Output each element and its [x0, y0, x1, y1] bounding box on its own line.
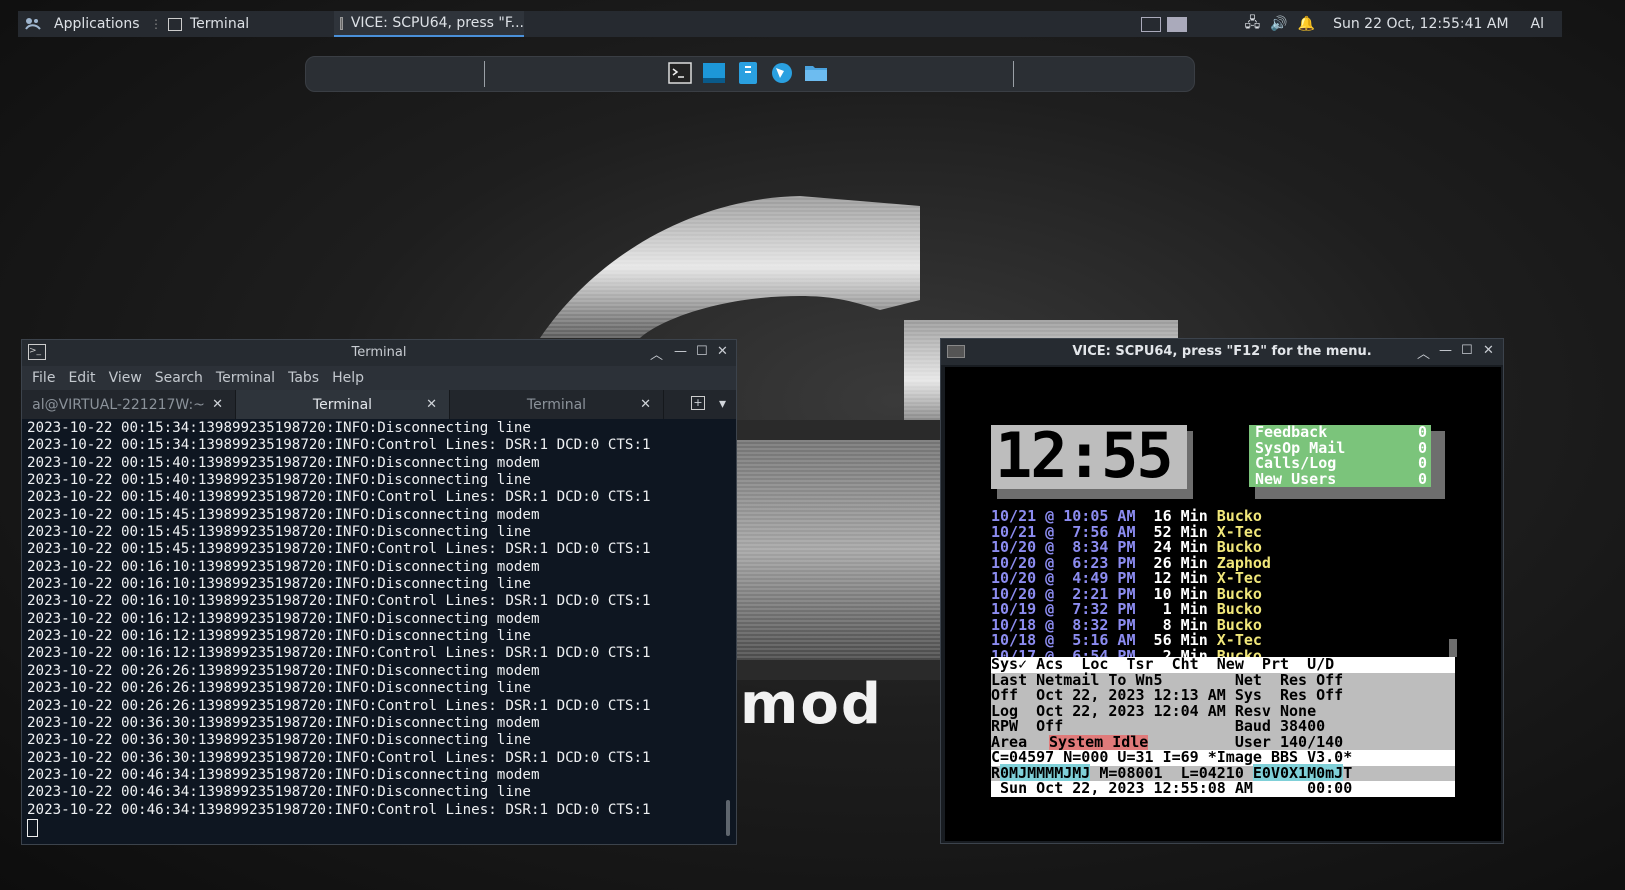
- terminal-line: 2023-10-22 00:36:30:139899235198720:INFO…: [27, 732, 531, 749]
- tab-tools: + ▾: [690, 396, 726, 412]
- terminal-scrollbar[interactable]: [726, 800, 730, 836]
- stat-value: 0: [1417, 469, 1427, 488]
- tab-dropdown-icon[interactable]: ▾: [719, 396, 726, 412]
- menu-edit[interactable]: Edit: [68, 370, 95, 386]
- file-viewer-launcher-icon[interactable]: [736, 62, 760, 84]
- terminal-task-icon: [168, 17, 182, 31]
- user-menu[interactable]: Al: [1531, 16, 1544, 32]
- dock: [305, 56, 1195, 92]
- terminal-line: 2023-10-22 00:26:26:139899235198720:INFO…: [27, 662, 540, 679]
- terminal-line: 2023-10-22 00:26:26:139899235198720:INFO…: [27, 680, 531, 697]
- tab-terminal-active[interactable]: Terminal ✕: [236, 390, 450, 419]
- new-tab-icon[interactable]: +: [690, 396, 705, 410]
- terminal-line: 2023-10-22 00:15:34:139899235198720:INFO…: [27, 420, 531, 436]
- menu-view[interactable]: View: [109, 370, 142, 386]
- terminal-line: 2023-10-22 00:16:12:139899235198720:INFO…: [27, 628, 531, 645]
- tab-terminal[interactable]: Terminal ✕: [450, 390, 664, 419]
- vice-window: VICE: SCPU64, press "F12" for the menu. …: [940, 338, 1504, 844]
- terminal-line: 2023-10-22 00:15:40:139899235198720:INFO…: [27, 489, 651, 506]
- taskbar-terminal-button[interactable]: ⋮ Terminal: [150, 11, 330, 37]
- tab-close-icon[interactable]: ✕: [212, 397, 223, 412]
- top-panel: Applications ⋮ Terminal VICE: SCPU64, pr…: [18, 11, 1562, 37]
- wallpaper-logo-text: mod: [740, 672, 883, 737]
- minimize-button[interactable]: —: [1439, 343, 1452, 358]
- terminal-line: 2023-10-22 00:46:34:139899235198720:INFO…: [27, 784, 531, 801]
- terminal-line: 2023-10-22 00:16:10:139899235198720:INFO…: [27, 593, 651, 610]
- terminal-line: 2023-10-22 00:15:40:139899235198720:INFO…: [27, 472, 531, 489]
- terminal-line: 2023-10-22 00:15:34:139899235198720:INFO…: [27, 437, 651, 454]
- terminal-line: 2023-10-22 00:16:10:139899235198720:INFO…: [27, 558, 540, 575]
- close-button[interactable]: ✕: [717, 344, 728, 359]
- window-manager-launcher-icon[interactable]: [702, 62, 726, 84]
- applications-menu-button[interactable]: Applications: [18, 11, 142, 37]
- stat-row: New Users 0: [1255, 469, 1427, 488]
- tab-label: Terminal: [526, 396, 587, 413]
- maximize-button[interactable]: ☐: [1461, 343, 1473, 358]
- dock-separator: [1013, 61, 1014, 87]
- terminal-titlebar[interactable]: >_ Terminal ︿ — ☐ ✕: [22, 340, 736, 366]
- notification-bell-icon[interactable]: 🔔: [1298, 16, 1315, 32]
- terminal-line: 2023-10-22 00:36:30:139899235198720:INFO…: [27, 749, 651, 766]
- taskbar-terminal-label: Terminal: [190, 16, 250, 32]
- tab-close-icon[interactable]: ✕: [426, 397, 437, 412]
- terminal-tabbar: al@VIRTUAL-221217W:~ ✕ Terminal ✕ Termin…: [22, 390, 736, 419]
- terminal-line: 2023-10-22 00:16:12:139899235198720:INFO…: [27, 610, 540, 627]
- system-tray: 🖧 🔊 🔔 Sun 22 Oct, 12:55:41 AM Al: [1140, 11, 1562, 37]
- vice-task-icon: [340, 16, 343, 30]
- minimize-button[interactable]: —: [674, 344, 687, 359]
- tab-label: al@VIRTUAL-221217W:~: [32, 396, 205, 413]
- workspace-2-button[interactable]: [1166, 16, 1187, 32]
- big-clock-panel: 12:55: [991, 425, 1187, 489]
- network-icon[interactable]: 🖧: [1245, 12, 1261, 36]
- terminal-line: 2023-10-22 00:46:34:139899235198720:INFO…: [27, 801, 651, 818]
- terminal-window: >_ Terminal ︿ — ☐ ✕ File Edit View Searc…: [21, 339, 737, 845]
- terminal-menubar: File Edit View Search Terminal Tabs Help: [22, 366, 736, 390]
- stats-list: Feedback 0 SysOp Mail 0 Calls/Log 0 New Users 0: [1255, 424, 1427, 488]
- terminal-line: 2023-10-22 00:36:30:139899235198720:INFO…: [27, 714, 540, 731]
- taskbar-vice-button[interactable]: VICE: SCPU64, press "F...: [334, 11, 524, 37]
- terminal-line: 2023-10-22 00:15:45:139899235198720:INFO…: [27, 541, 651, 558]
- clock[interactable]: Sun 22 Oct, 12:55:41 AM: [1333, 16, 1508, 32]
- volume-icon[interactable]: 🔊: [1270, 16, 1287, 32]
- terminal-output[interactable]: 2023-10-22 00:15:34:139899235198720:INFO…: [22, 420, 727, 844]
- maximize-up-icon[interactable]: ︿: [1417, 343, 1430, 362]
- file-manager-launcher-icon[interactable]: [804, 62, 828, 84]
- maximize-up-icon[interactable]: ︿: [650, 344, 663, 363]
- terminal-launcher-icon[interactable]: [668, 62, 692, 84]
- date-line: Sun Oct 22, 2023 12:55:08 AM 00:00: [991, 779, 1353, 797]
- terminal-line: 2023-10-22 00:16:10:139899235198720:INFO…: [27, 576, 531, 593]
- tab-close-icon[interactable]: ✕: [640, 397, 651, 412]
- terminal-line: 2023-10-22 00:26:26:139899235198720:INFO…: [27, 697, 651, 714]
- web-browser-launcher-icon[interactable]: [770, 62, 794, 84]
- dock-separator: [484, 61, 485, 87]
- menu-file[interactable]: File: [32, 370, 55, 386]
- status-panel-shadow: [1449, 639, 1457, 657]
- terminal-line: 2023-10-22 00:15:45:139899235198720:INFO…: [27, 506, 540, 523]
- tab-user-shell[interactable]: al@VIRTUAL-221217W:~ ✕: [22, 390, 236, 419]
- terminal-line: 2023-10-22 00:15:45:139899235198720:INFO…: [27, 524, 531, 541]
- terminal-line: 2023-10-22 00:16:12:139899235198720:INFO…: [27, 645, 651, 662]
- maximize-button[interactable]: ☐: [696, 344, 708, 359]
- close-button[interactable]: ✕: [1483, 343, 1494, 358]
- terminal-window-title: Terminal: [351, 345, 407, 360]
- menu-help[interactable]: Help: [332, 370, 364, 386]
- taskbar-vice-label: VICE: SCPU64, press "F...: [350, 15, 524, 31]
- c64-screen[interactable]: 12:55 Feedback 0 SysOp Mail 0 Calls/Log 0 New …: [945, 367, 1501, 841]
- stat-label: New Users: [1255, 469, 1337, 488]
- menu-tabs[interactable]: Tabs: [288, 370, 319, 386]
- terminal-cursor: [27, 818, 38, 837]
- tab-label: Terminal: [312, 396, 373, 413]
- terminal-lines: 2023-10-22 00:15:34:139899235198720:INFO…: [27, 420, 727, 819]
- menu-terminal[interactable]: Terminal: [216, 370, 275, 386]
- menu-search[interactable]: Search: [155, 370, 203, 386]
- applications-logo-icon: [25, 18, 41, 30]
- applications-label: Applications: [54, 16, 140, 32]
- drag-handle-icon: ⋮: [150, 17, 162, 31]
- terminal-line: 2023-10-22 00:46:34:139899235198720:INFO…: [27, 766, 540, 783]
- terminal-line: 2023-10-22 00:15:40:139899235198720:INFO…: [27, 454, 540, 471]
- big-clock-text: 12:55: [995, 425, 1174, 489]
- vice-titlebar[interactable]: VICE: SCPU64, press "F12" for the menu. …: [941, 339, 1503, 365]
- workspace-1-button[interactable]: [1140, 16, 1161, 32]
